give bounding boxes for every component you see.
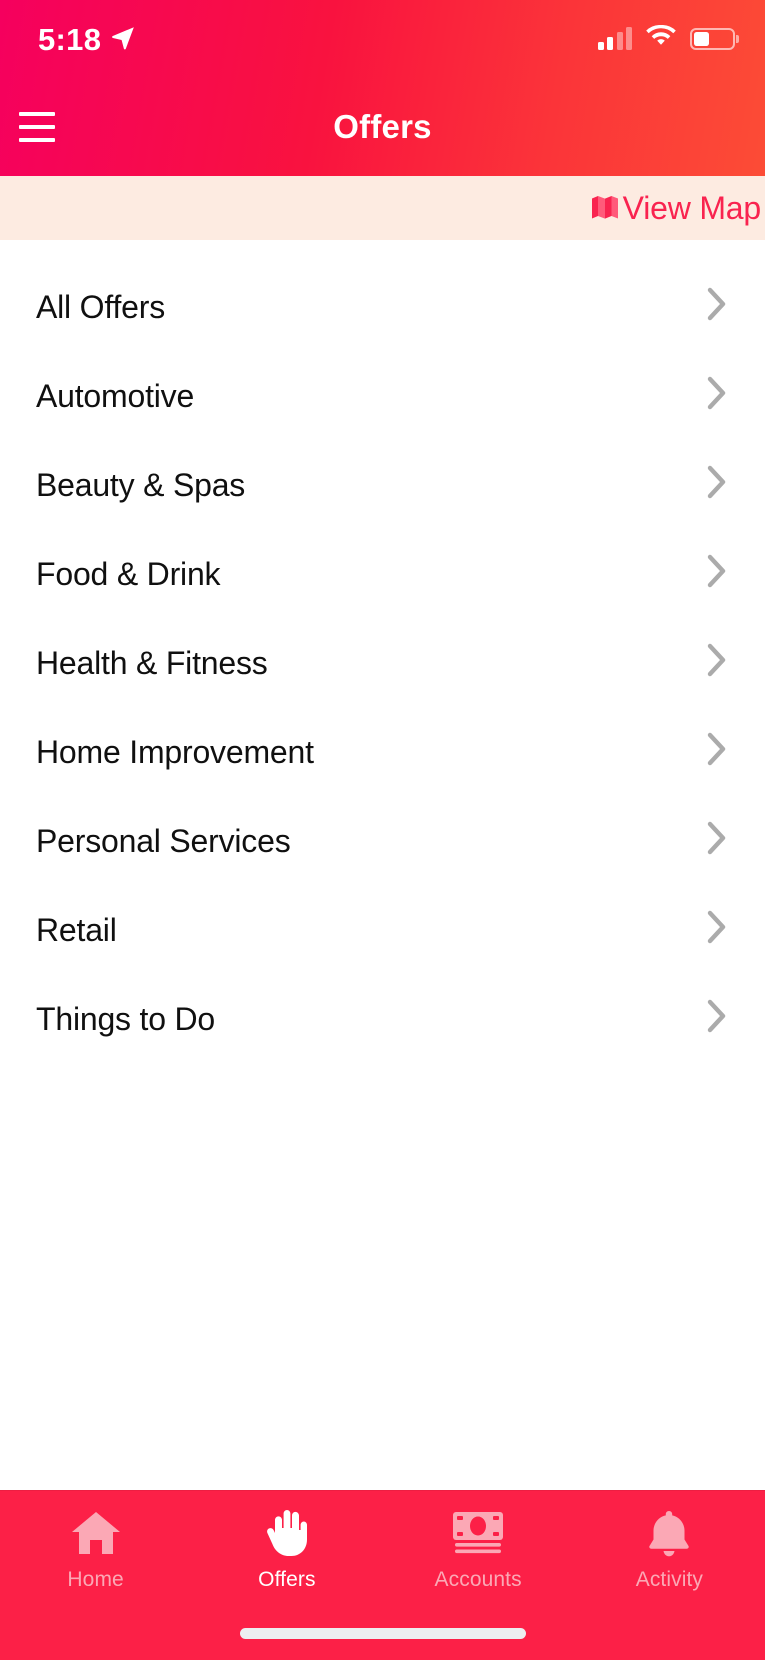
bell-icon	[646, 1508, 692, 1558]
list-item[interactable]: Health & Fitness	[0, 618, 765, 707]
view-map-bar: View Map	[0, 176, 765, 240]
list-item-label: Personal Services	[36, 822, 291, 859]
battery-icon	[690, 28, 735, 50]
list-item[interactable]: Beauty & Spas	[0, 440, 765, 529]
status-time: 5:18	[38, 21, 102, 57]
app-screen: 5:18 Offers View Map All Offers Automoti…	[0, 0, 765, 1660]
list-item[interactable]: Retail	[0, 885, 765, 974]
status-bar: 5:18	[0, 0, 765, 78]
list-item-label: Home Improvement	[36, 733, 314, 770]
list-item-label: Automotive	[36, 377, 195, 414]
banknote-icon	[450, 1508, 506, 1558]
chevron-right-icon	[707, 287, 727, 326]
chevron-right-icon	[707, 999, 727, 1038]
tab-label-activity: Activity	[635, 1568, 704, 1591]
cellular-signal-icon	[597, 27, 632, 50]
home-indicator	[239, 1628, 526, 1639]
chevron-right-icon	[707, 465, 727, 504]
chevron-right-icon	[707, 732, 727, 771]
list-item[interactable]: Home Improvement	[0, 707, 765, 796]
hamburger-menu-icon[interactable]	[16, 110, 58, 144]
offer-categories-list: All Offers Automotive Beauty & Spas Food…	[0, 240, 765, 1490]
list-item[interactable]: All Offers	[0, 262, 765, 351]
list-item[interactable]: Automotive	[0, 351, 765, 440]
list-item[interactable]: Personal Services	[0, 796, 765, 885]
tab-label-home: Home	[67, 1568, 124, 1591]
tab-home[interactable]: Home	[0, 1491, 191, 1592]
list-item-label: All Offers	[36, 288, 166, 325]
list-item[interactable]: Things to Do	[0, 974, 765, 1063]
chevron-right-icon	[707, 554, 727, 593]
list-item-label: Things to Do	[36, 1000, 216, 1037]
chevron-right-icon	[707, 910, 727, 949]
battery-fill	[694, 32, 710, 46]
chevron-right-icon	[707, 376, 727, 415]
tab-accounts[interactable]: Accounts	[383, 1491, 574, 1592]
list-item-label: Retail	[36, 911, 117, 948]
folded-map-icon	[590, 193, 620, 224]
navigation-bar: Offers	[0, 78, 765, 176]
tab-label-offers: Offers	[258, 1568, 316, 1591]
tab-activity[interactable]: Activity	[574, 1491, 765, 1592]
list-item-label: Beauty & Spas	[36, 466, 246, 503]
list-item-label: Health & Fitness	[36, 644, 268, 681]
chevron-right-icon	[707, 821, 727, 860]
tab-label-accounts: Accounts	[434, 1568, 522, 1591]
location-arrow-icon	[110, 24, 136, 55]
list-item[interactable]: Food & Drink	[0, 529, 765, 618]
bottom-tab-bar: Home Offers Accounts Activity	[0, 1490, 765, 1660]
wifi-icon	[645, 24, 677, 54]
page-title: Offers	[333, 108, 432, 145]
hand-icon	[264, 1508, 310, 1558]
app-header: 5:18 Offers	[0, 0, 765, 176]
house-icon	[70, 1508, 122, 1558]
view-map-label: View Map	[622, 189, 762, 226]
status-bar-left: 5:18	[38, 24, 136, 55]
tab-offers[interactable]: Offers	[191, 1491, 382, 1592]
view-map-button[interactable]: View Map	[580, 186, 761, 231]
list-item-label: Food & Drink	[36, 555, 221, 592]
chevron-right-icon	[707, 643, 727, 682]
status-bar-right	[597, 24, 735, 54]
